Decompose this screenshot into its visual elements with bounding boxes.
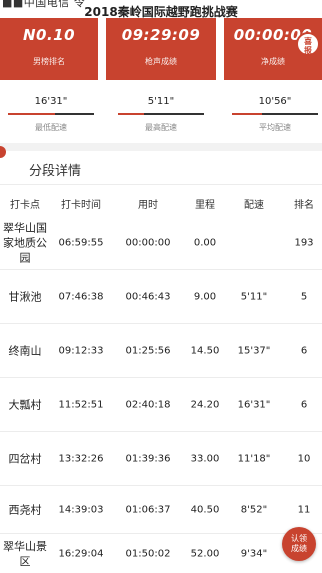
rank-value: N0.10: [22, 26, 76, 44]
cell-distance: 33.00: [190, 453, 220, 464]
cell-check-time: 16:29:04: [58, 548, 104, 559]
table-row: 大瓢村 11:52:51 02:40:18 24.20 16'31" 6: [0, 378, 322, 432]
cell-elapsed: 02:40:18: [125, 399, 171, 410]
min-pace: 16'31" 最低配速: [6, 96, 96, 136]
net-time-card: 00:00:00 净成绩 喜报: [224, 18, 322, 80]
table-row: 翠华山国家地质公园 06:59:55 00:00:00 0.00 193: [0, 216, 322, 270]
cell-elapsed: 01:06:37: [125, 504, 171, 515]
cell-elapsed: 00:46:43: [125, 291, 171, 302]
cell-rank: 5: [300, 291, 308, 302]
header-elapsed: 用时: [138, 200, 158, 211]
header-pace: 配速: [244, 200, 264, 211]
net-time-label: 净成绩: [261, 57, 285, 66]
cell-distance: 24.20: [190, 399, 220, 410]
gun-time-card: 09:29:09 枪声成绩: [106, 18, 216, 80]
cell-pace: 15'37": [237, 345, 271, 356]
cell-distance: 9.00: [193, 291, 217, 302]
table-row: 终南山 09:12:33 01:25:56 14.50 15'37" 6: [0, 324, 322, 378]
cell-check-time: 06:59:55: [58, 237, 104, 248]
cell-distance: 52.00: [190, 548, 220, 559]
section-separator: [0, 184, 322, 185]
claim-result-button[interactable]: 认领 成绩: [282, 527, 316, 561]
header-check-time: 打卡时间: [61, 200, 101, 211]
cell-rank: 193: [294, 237, 314, 248]
cell-check-time: 07:46:38: [58, 291, 104, 302]
cell-distance: 40.50: [190, 504, 220, 515]
max-pace-fill: [118, 113, 144, 115]
cell-checkpoint: 甘湫池: [8, 290, 42, 303]
cell-check-time: 13:32:26: [58, 453, 104, 464]
good-news-badge[interactable]: 喜报: [296, 32, 320, 56]
table-row: 西尧村 14:39:03 01:06:37 40.50 8'52" 11: [0, 486, 322, 534]
max-pace: 5'11" 最高配速: [116, 96, 206, 136]
cell-pace: 16'31": [237, 399, 271, 410]
max-pace-bar: [118, 113, 204, 115]
min-pace-value: 16'31": [34, 96, 68, 107]
cell-rank: 6: [300, 399, 308, 410]
cell-checkpoint: 翠华山景区: [3, 539, 47, 568]
table-row: 甘湫池 07:46:38 00:46:43 9.00 5'11" 5: [0, 270, 322, 324]
summary-cards: N0.10 男榜排名 09:29:09 枪声成绩 00:00:00 净成绩 喜报: [0, 18, 322, 80]
avg-pace-bar: [232, 113, 318, 115]
min-pace-label: 最低配速: [35, 123, 67, 132]
cell-elapsed: 00:00:00: [125, 237, 171, 248]
cell-check-time: 09:12:33: [58, 345, 104, 356]
cell-distance: 14.50: [190, 345, 220, 356]
section-title: 分段详情: [29, 164, 82, 179]
avg-pace-label: 平均配速: [259, 123, 291, 132]
rank-label: 男榜排名: [33, 57, 65, 66]
cell-rank: 10: [297, 453, 311, 464]
rank-card: N0.10 男榜排名: [0, 18, 98, 80]
cell-checkpoint: 翠华山国家地质公园: [3, 221, 47, 264]
cell-elapsed: 01:25:56: [125, 345, 171, 356]
cell-check-time: 14:39:03: [58, 504, 104, 515]
cell-pace: 8'52": [240, 504, 268, 515]
header-distance: 里程: [195, 200, 215, 211]
cell-pace: 9'34": [240, 548, 268, 559]
cell-checkpoint: 终南山: [8, 344, 42, 357]
table-row: 翠华山景区 16:29:04 01:50:02 52.00 9'34": [0, 534, 322, 573]
max-pace-value: 5'11": [147, 96, 175, 107]
cell-pace: 5'11": [240, 291, 268, 302]
cell-distance: 0.00: [193, 237, 217, 248]
table-row: 四岔村 13:32:26 01:39:36 33.00 11'18" 10: [0, 432, 322, 486]
cell-check-time: 11:52:51: [58, 399, 104, 410]
cell-rank: 6: [300, 345, 308, 356]
avg-pace: 10'56" 平均配速: [230, 96, 320, 136]
avg-pace-value: 10'56": [258, 96, 292, 107]
cell-rank: 11: [297, 504, 311, 515]
max-pace-label: 最高配速: [145, 123, 177, 132]
cell-checkpoint: 大瓢村: [8, 398, 42, 411]
table-header: 打卡点 打卡时间 用时 里程 配速 排名: [0, 196, 322, 212]
gun-time-label: 枪声成绩: [145, 57, 177, 66]
cell-pace: 11'18": [237, 453, 271, 464]
gun-time-value: 09:29:09: [121, 26, 201, 44]
cell-checkpoint: 四岔村: [8, 452, 42, 465]
header-rank: 排名: [294, 200, 314, 211]
cell-checkpoint: 西尧村: [8, 503, 42, 516]
min-pace-bar: [8, 113, 94, 115]
section-divider: [0, 143, 322, 151]
avg-pace-fill: [232, 113, 263, 115]
cell-elapsed: 01:50:02: [125, 548, 171, 559]
cell-elapsed: 01:39:36: [125, 453, 171, 464]
min-pace-fill: [8, 113, 56, 115]
header-checkpoint: 打卡点: [10, 200, 40, 211]
